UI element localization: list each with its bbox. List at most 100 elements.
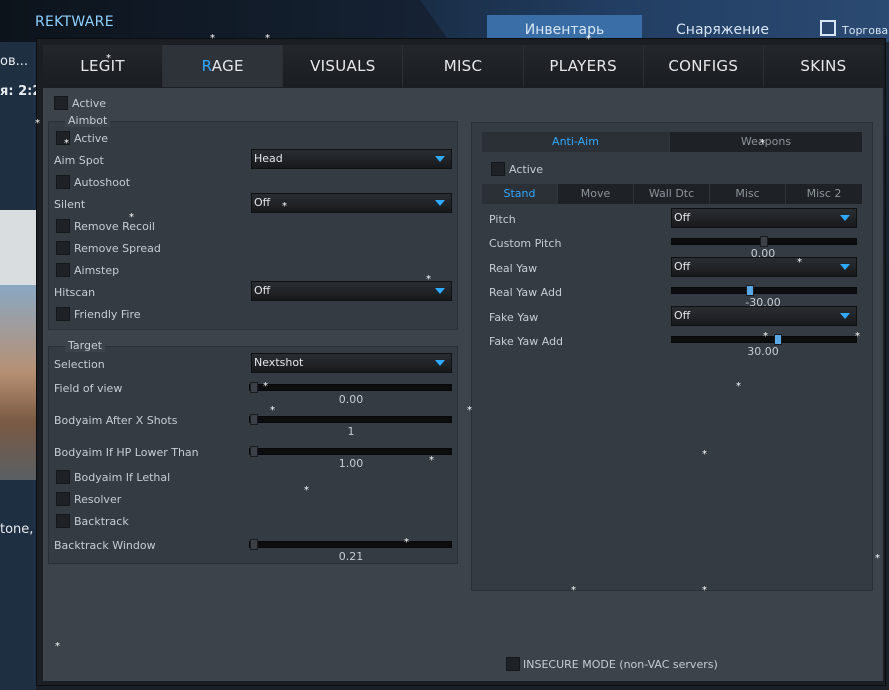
- chevron-down-icon: [435, 288, 445, 294]
- aim-spot-label: Aim Spot: [54, 154, 104, 167]
- bodyaim-hp-label: Bodyaim If HP Lower Than: [54, 446, 199, 459]
- subtab-misc[interactable]: Misc: [710, 184, 786, 204]
- subtab-stand[interactable]: Stand: [482, 184, 558, 204]
- real-yaw-dropdown[interactable]: Off: [671, 257, 857, 277]
- fake-yaw-add-label: Fake Yaw Add: [489, 335, 564, 348]
- tab-visuals[interactable]: VISUALS: [283, 45, 404, 87]
- snow-particle: *: [467, 405, 472, 416]
- pitch-dropdown[interactable]: Off: [671, 208, 857, 228]
- silent-value: Off: [254, 196, 271, 209]
- snow-particle: *: [797, 257, 802, 268]
- silent-label: Silent: [54, 198, 86, 211]
- side-text: tone,: [0, 522, 34, 537]
- aim-spot-dropdown[interactable]: Head: [251, 149, 452, 169]
- snow-particle: *: [702, 585, 707, 596]
- chevron-down-icon: [435, 156, 445, 162]
- custom-pitch-label: Custom Pitch: [489, 237, 562, 250]
- tab-rage[interactable]: RAGE: [163, 45, 284, 87]
- pitch-label: Pitch: [489, 213, 516, 226]
- backtrack-label: Backtrack: [74, 515, 129, 528]
- tab-configs[interactable]: CONFIGS: [643, 45, 764, 87]
- aimbot-group-title: Aimbot: [65, 114, 111, 127]
- snow-particle: *: [35, 118, 40, 129]
- main-tab-bar: LEGIT RAGE VISUALS MISC PLAYERS CONFIGS …: [43, 45, 883, 87]
- subtab-wall-dtc[interactable]: Wall Dtc: [634, 184, 710, 204]
- snow-particle: *: [106, 53, 111, 64]
- snow-particle: *: [702, 449, 707, 460]
- trade-icon[interactable]: [820, 20, 836, 36]
- bodyaim-shots-label: Bodyaim After X Shots: [54, 414, 178, 427]
- bodyaim-lethal-checkbox[interactable]: [56, 470, 70, 484]
- target-group-title: Target: [65, 339, 106, 352]
- chevron-down-icon: [435, 360, 445, 366]
- aim-spot-value: Head: [254, 152, 283, 165]
- fake-yaw-add-slider-knob[interactable]: [774, 334, 783, 345]
- snow-particle: *: [55, 641, 60, 652]
- fake-yaw-label: Fake Yaw: [489, 311, 539, 324]
- tab-legit[interactable]: LEGIT: [43, 45, 164, 87]
- rage-active-checkbox[interactable]: [54, 96, 68, 110]
- snow-particle: *: [736, 381, 741, 392]
- rage-content: Active Aimbot Active Aim Spot Head Autos…: [43, 88, 883, 681]
- friendly-fire-checkbox[interactable]: [56, 307, 70, 321]
- real-yaw-add-slider[interactable]: [671, 285, 857, 296]
- subtab-move[interactable]: Move: [558, 184, 634, 204]
- tab-misc[interactable]: MISC: [403, 45, 524, 87]
- snow-particle: *: [282, 201, 287, 212]
- antiaim-tab-bar: Anti-Aim Weapons: [482, 132, 862, 152]
- tab-weapons[interactable]: Weapons: [670, 132, 862, 152]
- hitscan-dropdown[interactable]: Off: [251, 281, 452, 301]
- autoshoot-label: Autoshoot: [74, 176, 131, 189]
- aimbot-active-label: Active: [74, 132, 109, 145]
- snow-particle: *: [263, 381, 268, 392]
- snow-particle: *: [875, 553, 880, 564]
- subtab-misc-2[interactable]: Misc 2: [786, 184, 862, 204]
- bodyaim-shots-slider-knob[interactable]: [250, 414, 258, 425]
- aimstep-label: Aimstep: [74, 264, 120, 277]
- antiaim-active-label: Active: [509, 163, 544, 176]
- snow-particle: *: [763, 331, 768, 342]
- brand-logo: REKTWARE: [35, 14, 114, 30]
- fov-slider-knob[interactable]: [250, 382, 258, 393]
- backtrack-window-slider[interactable]: [249, 539, 452, 550]
- tab-players[interactable]: PLAYERS: [523, 45, 644, 87]
- real-yaw-add-label: Real Yaw Add: [489, 286, 562, 299]
- custom-pitch-slider-knob[interactable]: [760, 236, 768, 247]
- aimstep-checkbox[interactable]: [56, 263, 70, 277]
- resolver-label: Resolver: [74, 493, 122, 506]
- tab-antiaim[interactable]: Anti-Aim: [482, 132, 670, 152]
- snow-particle: *: [429, 455, 434, 466]
- bodyaim-hp-slider-knob[interactable]: [250, 446, 258, 457]
- fake-yaw-dropdown[interactable]: Off: [671, 306, 857, 326]
- backtrack-checkbox[interactable]: [56, 514, 70, 528]
- antiaim-subtab-bar: Stand Move Wall Dtc Misc Misc 2: [482, 184, 862, 204]
- remove-recoil-checkbox[interactable]: [56, 219, 70, 233]
- bodyaim-hp-slider[interactable]: [249, 446, 452, 457]
- bodyaim-hp-value: 1.00: [338, 457, 364, 470]
- insecure-mode-checkbox[interactable]: [506, 657, 520, 671]
- snow-particle: *: [760, 138, 765, 149]
- fake-yaw-value: Off: [674, 309, 691, 322]
- antiaim-active-checkbox[interactable]: [491, 162, 505, 176]
- bodyaim-shots-slider[interactable]: [249, 414, 452, 425]
- pitch-value: Off: [674, 211, 691, 224]
- friendly-fire-label: Friendly Fire: [74, 308, 141, 321]
- chevron-down-icon: [435, 200, 445, 206]
- side-text: ов...: [0, 54, 29, 69]
- custom-pitch-slider[interactable]: [671, 236, 857, 247]
- real-yaw-add-slider-knob[interactable]: [745, 285, 754, 296]
- rage-active-label: Active: [72, 97, 107, 110]
- real-yaw-value: Off: [674, 260, 691, 273]
- autoshoot-checkbox[interactable]: [56, 175, 70, 189]
- side-scene-image: [0, 285, 36, 480]
- selection-dropdown[interactable]: Nextshot: [251, 353, 452, 373]
- resolver-checkbox[interactable]: [56, 492, 70, 506]
- snow-particle: *: [270, 405, 275, 416]
- trade-label[interactable]: Торговая: [842, 24, 889, 37]
- chevron-down-icon: [840, 313, 850, 319]
- backtrack-window-slider-knob[interactable]: [250, 539, 258, 550]
- fov-slider[interactable]: [249, 382, 452, 393]
- snow-particle: *: [855, 331, 860, 342]
- remove-spread-checkbox[interactable]: [56, 241, 70, 255]
- tab-skins[interactable]: SKINS: [763, 45, 883, 87]
